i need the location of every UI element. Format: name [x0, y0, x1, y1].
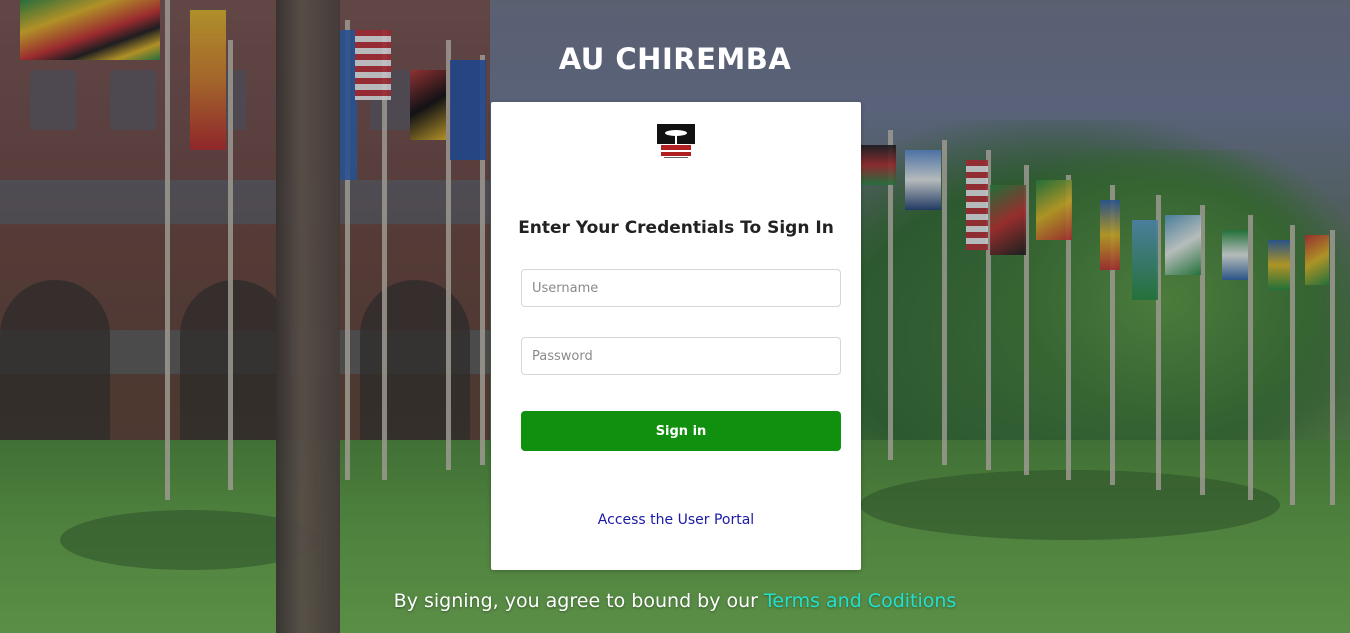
app-title: AU CHIREMBA [558, 42, 792, 76]
password-input[interactable] [521, 337, 841, 375]
terms-link[interactable]: Terms and Coditions [764, 590, 956, 612]
africa-university-logo-icon [657, 124, 695, 158]
user-portal-link[interactable]: Access the User Portal [491, 512, 861, 528]
sign-in-heading: Enter Your Credentials To Sign In [518, 218, 834, 238]
login-card: Enter Your Credentials To Sign In Sign i… [491, 102, 861, 570]
username-input[interactable] [521, 269, 841, 307]
terms-footer-text: By signing, you agree to bound by our [393, 590, 765, 612]
sign-in-button[interactable]: Sign in [521, 411, 841, 451]
terms-footer: By signing, you agree to bound by our Te… [0, 590, 1350, 612]
